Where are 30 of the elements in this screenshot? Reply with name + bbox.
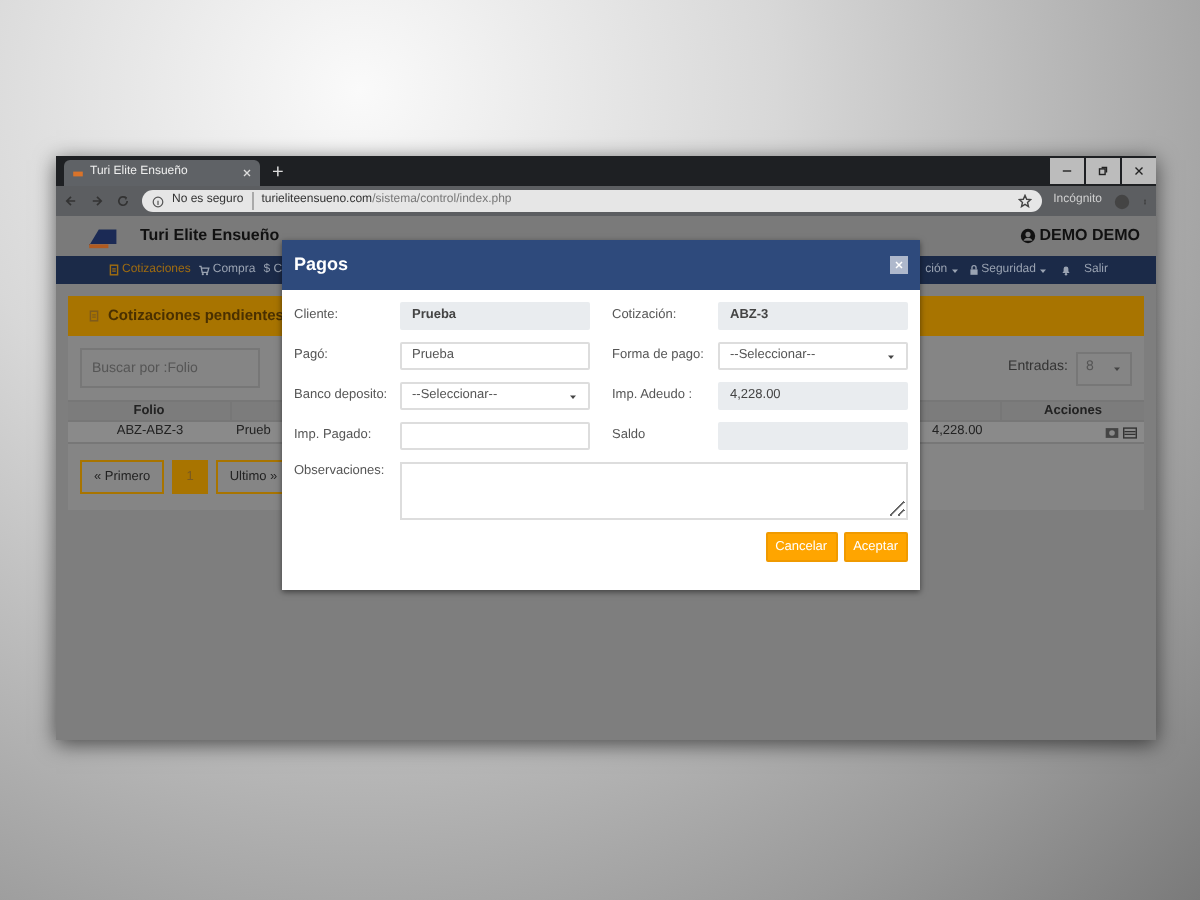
lock-icon: [967, 264, 980, 276]
document-icon: [88, 310, 100, 322]
input-field[interactable]: [400, 422, 590, 450]
document-icon: [108, 264, 120, 276]
forward-icon[interactable]: [90, 194, 104, 208]
bell-icon: [1059, 264, 1072, 276]
caret-icon: [886, 351, 896, 361]
close-icon: [1132, 164, 1146, 178]
text-area[interactable]: [400, 462, 908, 520]
star-icon[interactable]: [1017, 194, 1032, 208]
close-icon[interactable]: [242, 168, 252, 178]
list-icon[interactable]: [1122, 425, 1138, 439]
modal-title: Pagos: [294, 251, 349, 278]
restore-icon: [1096, 164, 1110, 178]
caret-icon: [949, 265, 960, 275]
user-icon: [1019, 228, 1036, 244]
brand-name: Turi Elite Ensueño: [140, 224, 280, 248]
caret-icon: [1112, 363, 1122, 373]
close-button[interactable]: [890, 256, 908, 274]
cart-icon: [198, 264, 211, 276]
info-icon: [152, 195, 164, 207]
reload-icon[interactable]: [116, 194, 130, 208]
restore-button[interactable]: [1086, 158, 1120, 184]
minimize-icon: [1060, 164, 1074, 178]
caret-icon: [1037, 265, 1048, 275]
back-icon[interactable]: [64, 194, 78, 208]
user-name: DEMO DEMO: [1039, 224, 1140, 248]
close-icon: [894, 260, 904, 270]
new-tab-button[interactable]: +: [272, 162, 284, 186]
view-icon[interactable]: [1104, 425, 1120, 439]
